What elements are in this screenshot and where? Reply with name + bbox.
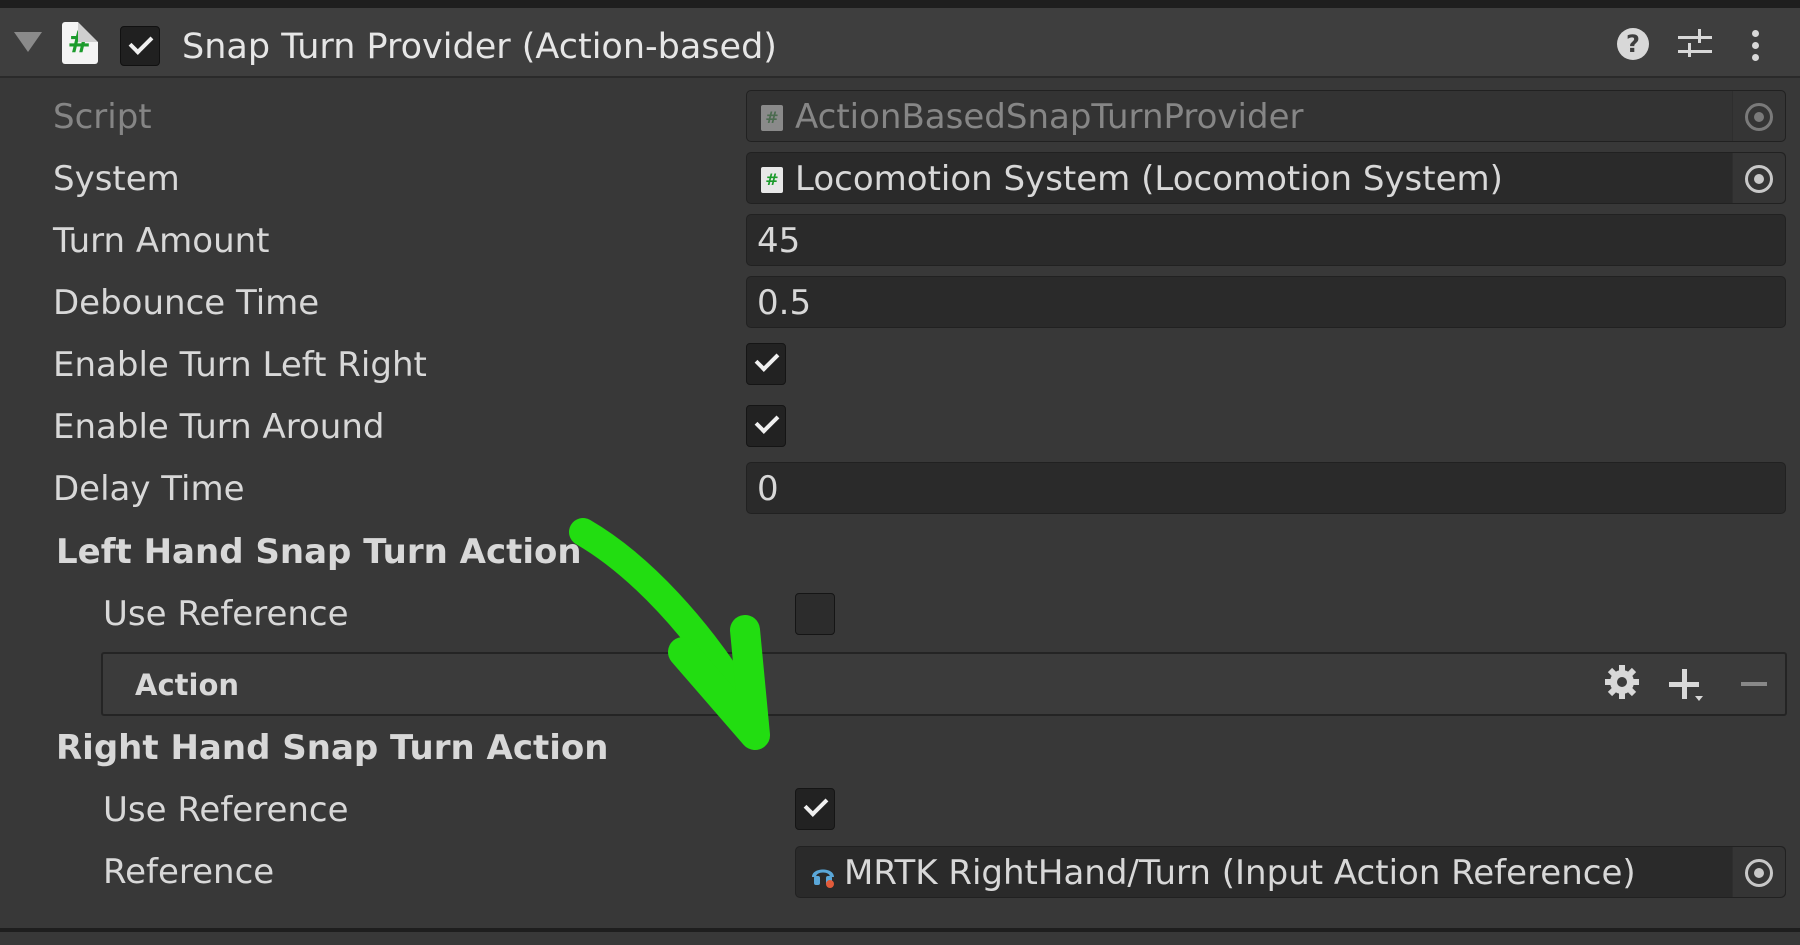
component-title: Snap Turn Provider (Action-based) (182, 27, 777, 67)
delay-time-value: 0 (757, 469, 779, 509)
component-header[interactable]: # Snap Turn Provider (Action-based) ? (0, 8, 1800, 78)
right-use-reference-checkbox[interactable] (795, 788, 835, 830)
script-field: ActionBasedSnapTurnProvider (746, 90, 1786, 142)
delay-time-input[interactable]: 0 (746, 462, 1786, 514)
top-border (0, 0, 1800, 8)
turn-amount-value: 45 (757, 221, 801, 261)
action-label: Action (135, 668, 240, 702)
left-action-header[interactable]: Action (101, 652, 1787, 716)
script-file-icon (761, 105, 783, 131)
enable-turn-left-right-label: Enable Turn Left Right (53, 345, 427, 385)
system-field[interactable]: Locomotion System (Locomotion System) (746, 152, 1786, 204)
foldout-arrow-icon[interactable] (14, 32, 42, 52)
input-action-asset-icon (812, 869, 834, 888)
turn-amount-input[interactable]: 45 (746, 214, 1786, 266)
delay-time-label: Delay Time (53, 469, 245, 509)
left-hand-section-heading: Left Hand Snap Turn Action (56, 532, 582, 572)
debounce-time-value: 0.5 (757, 283, 812, 323)
debounce-time-label: Debounce Time (53, 283, 320, 323)
enable-turn-left-right-checkbox[interactable] (746, 343, 786, 385)
object-picker-button[interactable] (1732, 153, 1785, 203)
reference-label: Reference (103, 852, 275, 892)
hash-glyph: # (67, 25, 93, 60)
add-binding-icon[interactable] (1667, 666, 1703, 702)
help-icon[interactable]: ? (1617, 28, 1649, 60)
reference-value: MRTK RightHand/Turn (Input Action Refere… (844, 853, 1636, 893)
enable-turn-around-label: Enable Turn Around (53, 407, 385, 447)
target-icon (1745, 859, 1773, 887)
gear-icon[interactable] (1604, 664, 1640, 700)
component-enabled-checkbox[interactable] (120, 26, 160, 66)
reference-field[interactable]: MRTK RightHand/Turn (Input Action Refere… (795, 846, 1786, 898)
turn-amount-label: Turn Amount (53, 221, 270, 261)
script-label: Script (53, 97, 152, 137)
script-value: ActionBasedSnapTurnProvider (795, 97, 1304, 137)
target-icon (1745, 165, 1773, 193)
bottom-border (0, 928, 1800, 932)
enable-turn-around-checkbox[interactable] (746, 405, 786, 447)
right-use-reference-label: Use Reference (103, 790, 349, 830)
script-file-icon (761, 167, 783, 193)
system-label: System (53, 159, 180, 199)
presets-icon[interactable] (1678, 28, 1712, 62)
left-use-reference-label: Use Reference (103, 594, 349, 634)
target-icon (1745, 103, 1773, 131)
checkmark-icon (128, 30, 154, 55)
object-picker-button[interactable] (1732, 847, 1785, 897)
checkmark-icon (754, 409, 780, 434)
remove-binding-icon[interactable] (1741, 664, 1771, 700)
checkmark-icon (803, 792, 829, 817)
script-icon: # (62, 22, 98, 64)
checkmark-icon (754, 347, 780, 372)
context-menu-icon[interactable] (1752, 28, 1760, 62)
object-picker-button (1732, 91, 1785, 141)
left-use-reference-checkbox[interactable] (795, 593, 835, 635)
system-value: Locomotion System (Locomotion System) (795, 159, 1503, 199)
debounce-time-input[interactable]: 0.5 (746, 276, 1786, 328)
right-hand-section-heading: Right Hand Snap Turn Action (56, 728, 609, 768)
